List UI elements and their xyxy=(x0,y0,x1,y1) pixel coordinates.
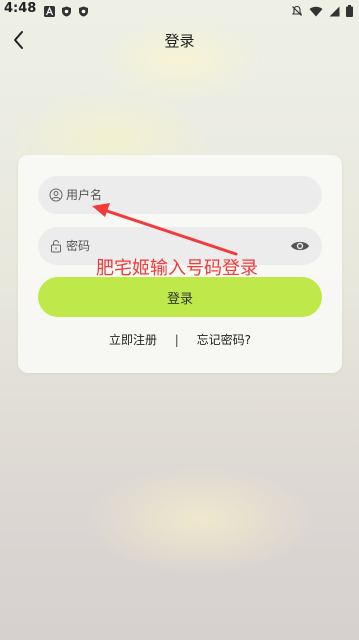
status-icons-right xyxy=(291,2,353,21)
eye-icon[interactable] xyxy=(290,237,310,255)
forgot-password-link[interactable]: 忘记密码? xyxy=(197,333,251,347)
username-field[interactable] xyxy=(38,176,322,214)
wifi-icon xyxy=(309,2,323,21)
signal-icon xyxy=(329,2,340,21)
mute-icon xyxy=(291,2,303,21)
lock-icon xyxy=(51,239,61,253)
link-separator: | xyxy=(174,333,179,347)
shield-icon xyxy=(78,2,89,17)
username-input[interactable] xyxy=(66,176,286,214)
links-row: 立即注册 | 忘记密码? xyxy=(18,331,342,348)
user-icon xyxy=(49,188,63,202)
login-button[interactable]: 登录 xyxy=(38,277,322,317)
status-icons-left xyxy=(44,2,89,17)
shield-icon xyxy=(61,2,72,17)
notification-a-icon xyxy=(44,2,55,17)
nav-bar: 登录 xyxy=(0,22,359,58)
status-bar: 4:48 xyxy=(0,0,359,18)
register-link[interactable]: 立即注册 xyxy=(109,333,157,347)
status-time: 4:48 xyxy=(4,1,37,16)
annotation-text: 肥宅姬输入号码登录 xyxy=(96,258,258,279)
battery-icon xyxy=(346,2,353,21)
page-title: 登录 xyxy=(164,32,195,50)
